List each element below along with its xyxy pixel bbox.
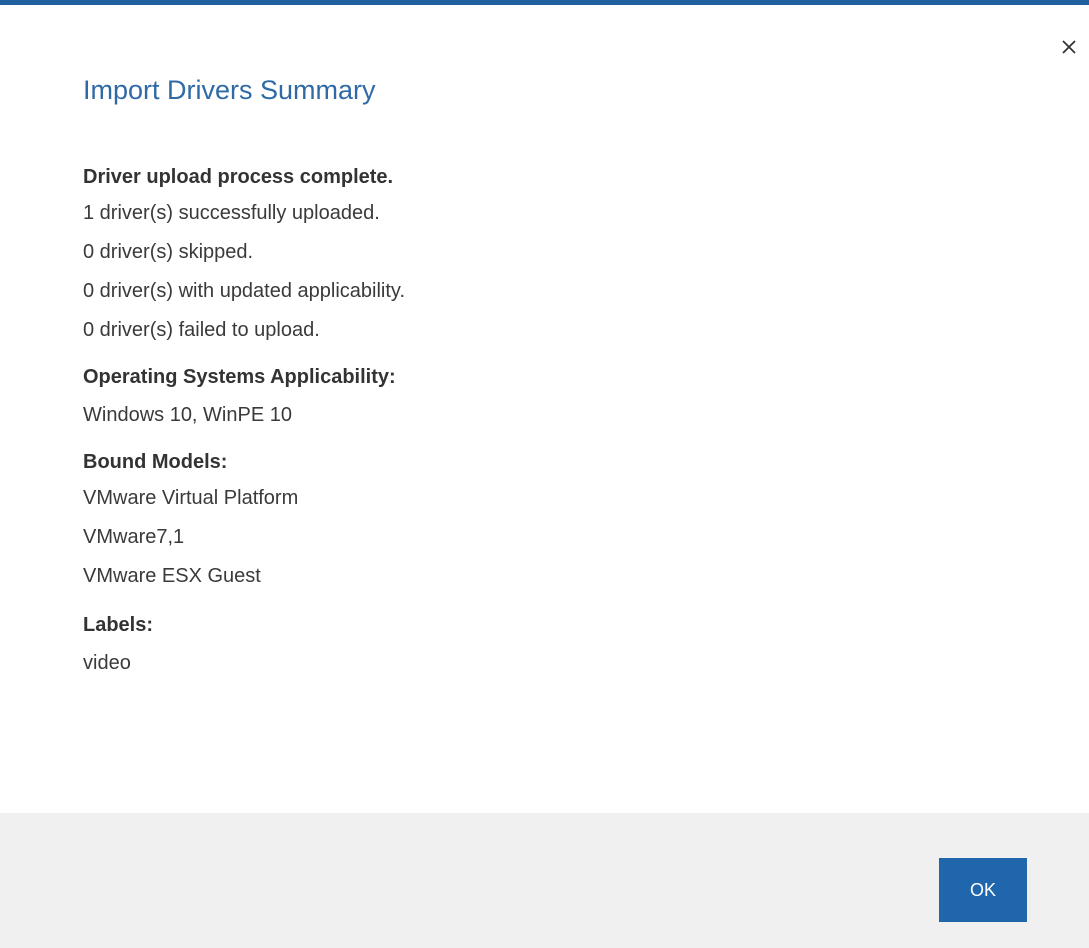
summary-line: 0 driver(s) with updated applicability. bbox=[83, 280, 406, 302]
bound-models-heading: Bound Models: bbox=[83, 451, 228, 473]
label-value: video bbox=[83, 652, 131, 674]
dialog-footer: OK bbox=[0, 813, 1089, 948]
summary-lines: 1 driver(s) successfully uploaded. 0 dri… bbox=[83, 194, 983, 350]
labels-heading: Labels: bbox=[83, 614, 154, 636]
close-button[interactable] bbox=[1057, 35, 1081, 59]
bound-model-item: VMware Virtual Platform bbox=[83, 487, 299, 509]
dialog-body: Driver upload process complete. 1 driver… bbox=[83, 163, 983, 683]
summary-line: 1 driver(s) successfully uploaded. bbox=[83, 202, 380, 224]
dialog-title: Import Drivers Summary bbox=[83, 75, 376, 105]
bound-model-item: VMware7,1 bbox=[83, 526, 185, 548]
bound-models-list: VMware Virtual Platform VMware7,1 VMware… bbox=[83, 479, 983, 596]
labels-list: video bbox=[83, 644, 983, 683]
os-applicability-values: Windows 10, WinPE 10 bbox=[83, 396, 983, 435]
os-applicability-value: Windows 10, WinPE 10 bbox=[83, 404, 292, 426]
summary-heading: Driver upload process complete. bbox=[83, 166, 394, 188]
ok-button[interactable]: OK bbox=[939, 858, 1027, 922]
bound-model-item: VMware ESX Guest bbox=[83, 565, 261, 587]
close-icon bbox=[1062, 40, 1076, 54]
summary-line: 0 driver(s) skipped. bbox=[83, 241, 254, 263]
summary-line: 0 driver(s) failed to upload. bbox=[83, 319, 320, 341]
import-drivers-summary-dialog: Import Drivers Summary Driver upload pro… bbox=[0, 0, 1089, 948]
os-applicability-heading: Operating Systems Applicability: bbox=[83, 366, 396, 388]
